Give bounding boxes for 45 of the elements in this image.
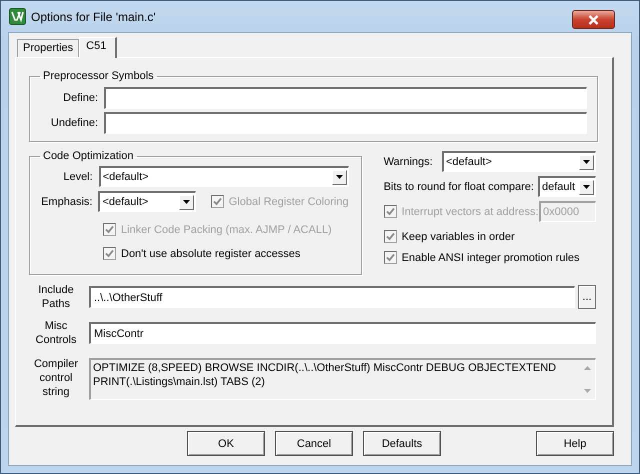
- checkbox-label: Keep variables in order: [402, 230, 515, 242]
- tab[interactable]: Properties: [17, 39, 80, 57]
- checkbox[interactable]: [103, 247, 116, 260]
- checkbox[interactable]: [384, 251, 397, 264]
- app-icon: [9, 8, 26, 25]
- field-label: Undefine:: [50, 117, 98, 129]
- dialog-button[interactable]: Cancel: [275, 431, 353, 456]
- window-title: Options for File 'main.c': [31, 10, 156, 24]
- group-title: Code Optimization: [42, 150, 134, 162]
- field-label: Define:: [62, 92, 98, 104]
- field-label: Bits to round for float compare:: [384, 180, 534, 192]
- checkbox-label: Don't use absolute register accesses: [121, 248, 300, 260]
- text-line: PRINT(.\Listings\main.lst) TABS (2): [93, 375, 266, 389]
- field-label: Misc Controls: [34, 319, 78, 347]
- field-label: Emphasis:: [40, 196, 92, 208]
- dialog-button[interactable]: OK: [187, 431, 265, 456]
- dropdown[interactable]: <default>: [442, 151, 596, 172]
- input-field[interactable]: MiscContr: [89, 322, 596, 344]
- field-label: Warnings:: [384, 156, 434, 168]
- checkbox-label: Linker Code Packing (max. AJMP / ACALL): [121, 224, 332, 236]
- close-icon: [588, 14, 599, 24]
- caret-icon: [336, 175, 343, 179]
- field-label: Level:: [62, 170, 93, 182]
- browse-button[interactable]: ...: [578, 285, 596, 309]
- checkbox-label: Enable ANSI integer promotion rules: [402, 252, 580, 264]
- checkbox-label: Interrupt vectors at address:: [402, 206, 539, 218]
- group-title: Preprocessor Symbols: [42, 70, 155, 82]
- text-line: OPTIMIZE (8,SPEED) BROWSE INCDIR(..\..\OtherStuff) MiscContr DEBUG OBJECTEXTEND: [93, 361, 558, 375]
- input-field[interactable]: [104, 87, 587, 109]
- field-label: Include Paths: [37, 283, 75, 311]
- input-field[interactable]: [104, 112, 587, 134]
- dropdown[interactable]: <default>: [98, 166, 349, 187]
- close-button[interactable]: [572, 10, 615, 29]
- checkbox-label: Global Register Coloring: [228, 196, 349, 208]
- dialog-button[interactable]: Defaults: [363, 431, 441, 456]
- field-label: Compiler control string: [32, 357, 79, 399]
- help-button[interactable]: Help: [536, 431, 614, 456]
- dropdown[interactable]: <default>: [98, 191, 196, 212]
- caret-icon: [583, 185, 590, 189]
- input-field[interactable]: ..\..\OtherStuff: [89, 286, 575, 308]
- dropdown[interactable]: default: [538, 176, 596, 197]
- caret-icon: [583, 160, 590, 164]
- caret-icon: [182, 200, 190, 204]
- checkbox[interactable]: [384, 230, 397, 243]
- tab[interactable]: C51: [79, 37, 118, 58]
